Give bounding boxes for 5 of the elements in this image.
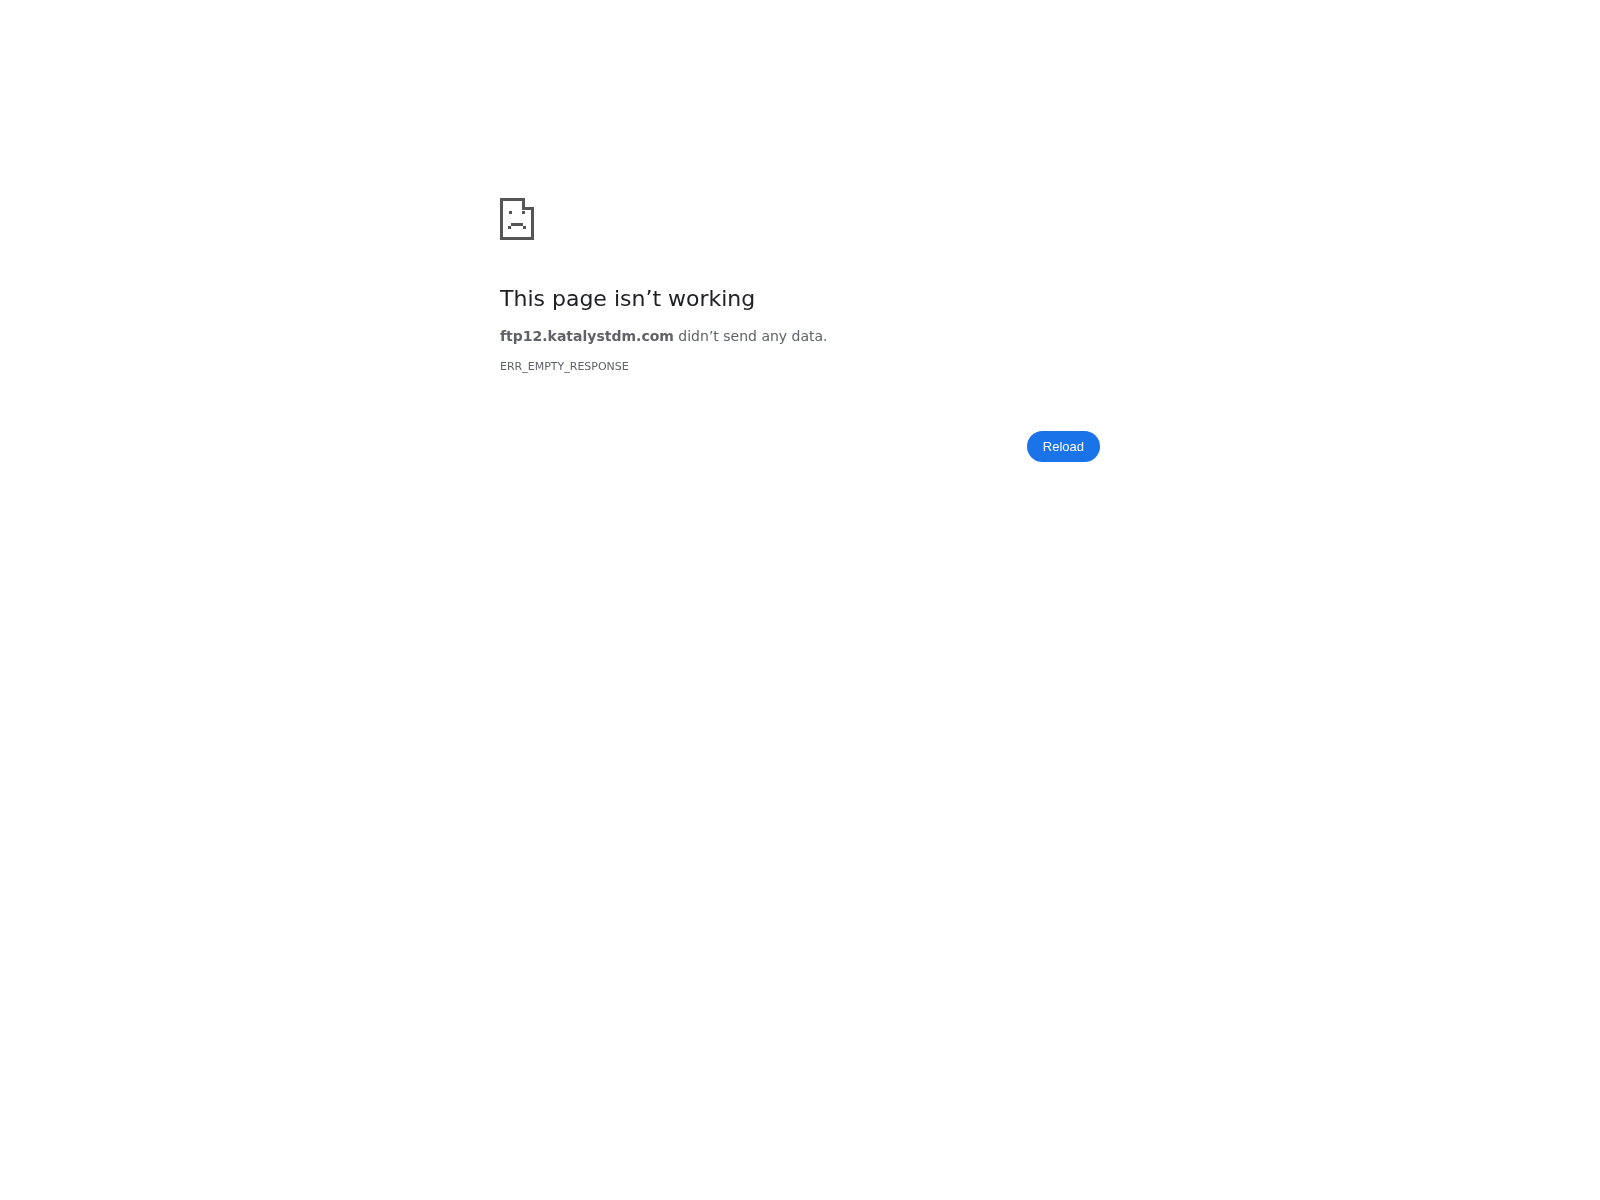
error-message: ftp12.katalystdm.com didn’t send any data. xyxy=(500,327,829,346)
error-title: This page isn’t working xyxy=(500,285,757,313)
reload-button[interactable]: Reload xyxy=(1026,431,1100,462)
error-code: ERR_EMPTY_RESPONSE xyxy=(500,359,630,375)
sad-page-icon xyxy=(500,198,534,240)
